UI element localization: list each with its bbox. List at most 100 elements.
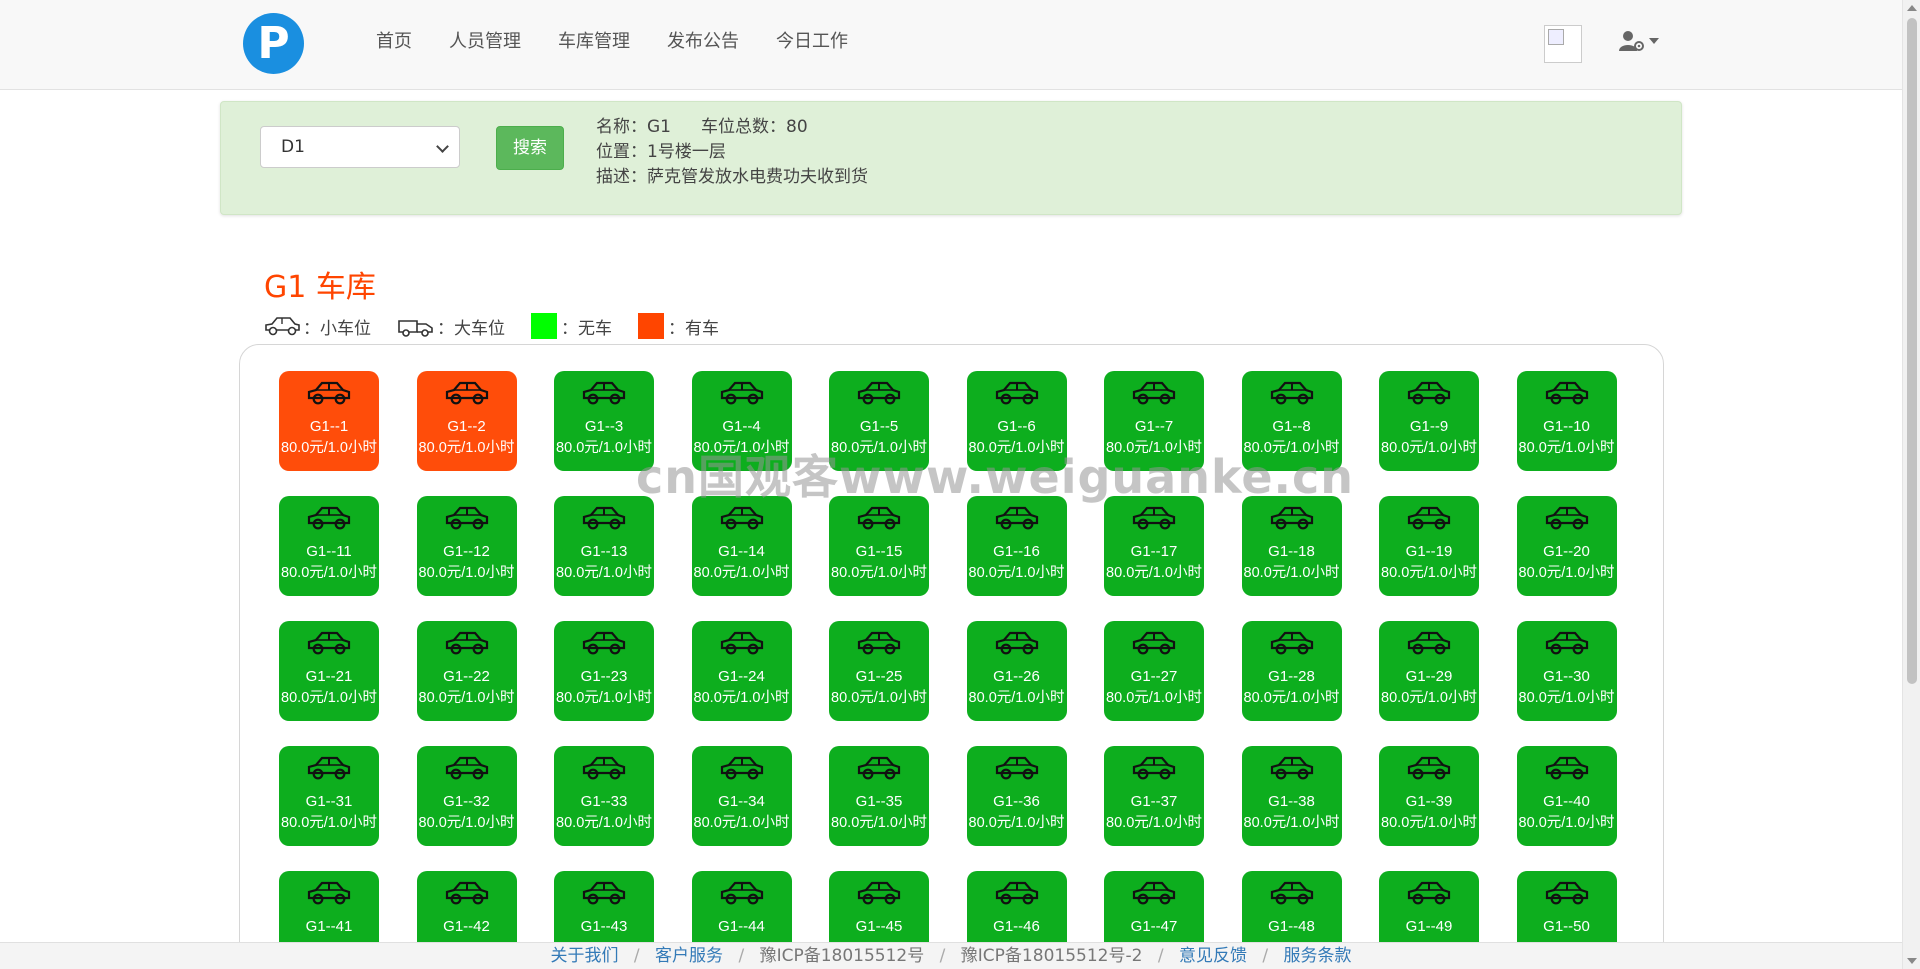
parking-spot[interactable]: G1--11 80.0元/1.0小时 <box>279 496 379 596</box>
car-icon <box>1132 506 1176 530</box>
parking-spot[interactable]: G1--12 80.0元/1.0小时 <box>416 496 517 596</box>
spot-code: G1--3 <box>584 418 624 435</box>
car-icon <box>1132 381 1176 405</box>
footer-terms-link[interactable]: 服务条款 <box>1284 946 1352 966</box>
parking-spot[interactable]: G1--19 80.0元/1.0小时 <box>1379 496 1479 596</box>
parking-spot[interactable]: G1--16 80.0元/1.0小时 <box>966 496 1067 596</box>
scroll-down-arrow-icon[interactable] <box>1907 958 1917 964</box>
car-icon <box>1545 631 1588 655</box>
parking-spot[interactable]: G1--17 80.0元/1.0小时 <box>1104 496 1204 596</box>
spot-price: 80.0元/1.0小时 <box>693 815 790 831</box>
spot-code: G1--37 <box>1130 793 1178 810</box>
spot-price: 80.0元/1.0小时 <box>968 815 1065 831</box>
parking-spot[interactable]: G1--30 80.0元/1.0小时 <box>1516 621 1617 721</box>
avatar-image[interactable] <box>1544 25 1582 63</box>
car-icon <box>720 506 763 530</box>
spot-code: G1--27 <box>1130 668 1178 685</box>
parking-spot[interactable]: G1--21 80.0元/1.0小时 <box>279 621 379 721</box>
description-label: 描述： <box>596 167 647 187</box>
watermark: cn国观客www.weiguanke.cn <box>636 450 1355 504</box>
nav-garage[interactable]: 车库管理 <box>558 30 630 54</box>
name-label: 名称： <box>596 117 647 137</box>
parking-spot[interactable]: G1--31 80.0元/1.0小时 <box>279 746 379 846</box>
car-icon <box>445 756 488 780</box>
parking-spot[interactable]: G1--2 80.0元/1.0小时 <box>416 371 517 471</box>
spot-code: G1--4 <box>722 418 761 435</box>
car-icon <box>857 756 901 780</box>
spot-code: G1--1 <box>309 418 349 435</box>
footer-feedback-link[interactable]: 意见反馈 <box>1179 946 1247 966</box>
car-icon <box>1407 506 1451 530</box>
parking-spot[interactable]: G1--28 80.0元/1.0小时 <box>1241 621 1342 721</box>
spot-code: G1--16 <box>993 543 1040 560</box>
car-icon <box>445 506 488 530</box>
footer: 关于我们 / 客户服务 / 豫ICP备18015512号 / 豫ICP备1801… <box>0 942 1902 969</box>
spot-code: G1--26 <box>993 668 1040 685</box>
parking-spot[interactable]: G1--10 80.0元/1.0小时 <box>1516 371 1617 471</box>
parking-spot[interactable]: G1--20 80.0元/1.0小时 <box>1516 496 1617 596</box>
search-button[interactable]: 搜索 <box>496 126 564 170</box>
spot-code: G1--15 <box>855 543 903 560</box>
car-icon <box>1407 381 1451 405</box>
parking-spot[interactable]: G1--22 80.0元/1.0小时 <box>416 621 517 721</box>
spot-code: G1--33 <box>580 793 628 810</box>
parking-spot[interactable]: G1--36 80.0元/1.0小时 <box>966 746 1067 846</box>
spot-code: G1--38 <box>1268 793 1315 810</box>
legend-free: ：无车 <box>531 313 612 339</box>
legend-large-spot: ：大车位 <box>397 314 505 339</box>
nav-today-work[interactable]: 今日工作 <box>776 30 848 54</box>
nav-home[interactable]: 首页 <box>376 30 412 54</box>
car-icon <box>1545 381 1588 405</box>
parking-spot[interactable]: G1--9 80.0元/1.0小时 <box>1379 371 1479 471</box>
parking-spot[interactable]: G1--27 80.0元/1.0小时 <box>1104 621 1204 721</box>
parking-spot[interactable]: G1--26 80.0元/1.0小时 <box>966 621 1067 721</box>
parking-spot[interactable]: G1--38 80.0元/1.0小时 <box>1241 746 1342 846</box>
legend-free-label: ：无车 <box>561 318 612 339</box>
nav-staff[interactable]: 人员管理 <box>449 30 521 54</box>
spot-code: G1--44 <box>718 918 765 935</box>
user-menu-toggle[interactable] <box>1619 27 1659 55</box>
garage-select[interactable]: D1 <box>260 126 460 168</box>
parking-spot[interactable]: G1--37 80.0元/1.0小时 <box>1104 746 1204 846</box>
parking-spot[interactable]: G1--24 80.0元/1.0小时 <box>691 621 792 721</box>
car-icon <box>995 756 1038 780</box>
parking-spot[interactable]: G1--34 80.0元/1.0小时 <box>691 746 792 846</box>
spot-code: G1--20 <box>1543 543 1590 560</box>
caret-down-icon <box>1649 38 1659 44</box>
brand-logo[interactable]: P <box>243 13 304 74</box>
scroll-thumb[interactable] <box>1907 18 1917 684</box>
parking-spot[interactable]: G1--13 80.0元/1.0小时 <box>554 496 654 596</box>
footer-separator: / <box>939 946 946 966</box>
parking-spot[interactable]: G1--23 80.0元/1.0小时 <box>554 621 654 721</box>
garage-info-panel: D1 搜索 名称：G1 车位总数：80 位置：1号楼一层 描述：萨克管发放水电费功… <box>220 101 1682 215</box>
parking-spot[interactable]: G1--32 80.0元/1.0小时 <box>416 746 517 846</box>
parking-spot[interactable]: G1--35 80.0元/1.0小时 <box>829 746 929 846</box>
spot-price: 80.0元/1.0小时 <box>693 690 790 706</box>
nav-announcement[interactable]: 发布公告 <box>667 30 739 54</box>
top-navbar: P 首页 人员管理 车库管理 发布公告 今日工作 <box>0 0 1902 90</box>
car-icon <box>857 506 901 530</box>
footer-about-link[interactable]: 关于我们 <box>550 946 618 966</box>
footer-service-link[interactable]: 客户服务 <box>655 946 723 966</box>
footer-separator: / <box>1262 946 1269 966</box>
spot-price: 80.0元/1.0小时 <box>418 565 515 581</box>
car-icon <box>1132 756 1176 780</box>
parking-spot[interactable]: G1--1 80.0元/1.0小时 <box>279 371 379 471</box>
car-icon <box>720 756 763 780</box>
parking-spot[interactable]: G1--15 80.0元/1.0小时 <box>829 496 929 596</box>
parking-spot[interactable]: G1--40 80.0元/1.0小时 <box>1516 746 1617 846</box>
spot-code: G1--34 <box>718 793 765 810</box>
spot-price: 80.0元/1.0小时 <box>1381 815 1477 831</box>
parking-spot[interactable]: G1--29 80.0元/1.0小时 <box>1379 621 1479 721</box>
parking-spot[interactable]: G1--39 80.0元/1.0小时 <box>1379 746 1479 846</box>
parking-spot[interactable]: G1--25 80.0元/1.0小时 <box>829 621 929 721</box>
page-scrollbar[interactable] <box>1902 0 1920 969</box>
spot-price: 80.0元/1.0小时 <box>968 690 1065 706</box>
parking-spot[interactable]: G1--18 80.0元/1.0小时 <box>1241 496 1342 596</box>
scroll-up-arrow-icon[interactable] <box>1907 5 1917 11</box>
spot-price: 80.0元/1.0小时 <box>831 690 927 706</box>
car-icon <box>1132 881 1176 905</box>
parking-spot[interactable]: G1--33 80.0元/1.0小时 <box>554 746 654 846</box>
car-icon <box>1132 631 1176 655</box>
parking-spot[interactable]: G1--14 80.0元/1.0小时 <box>691 496 792 596</box>
